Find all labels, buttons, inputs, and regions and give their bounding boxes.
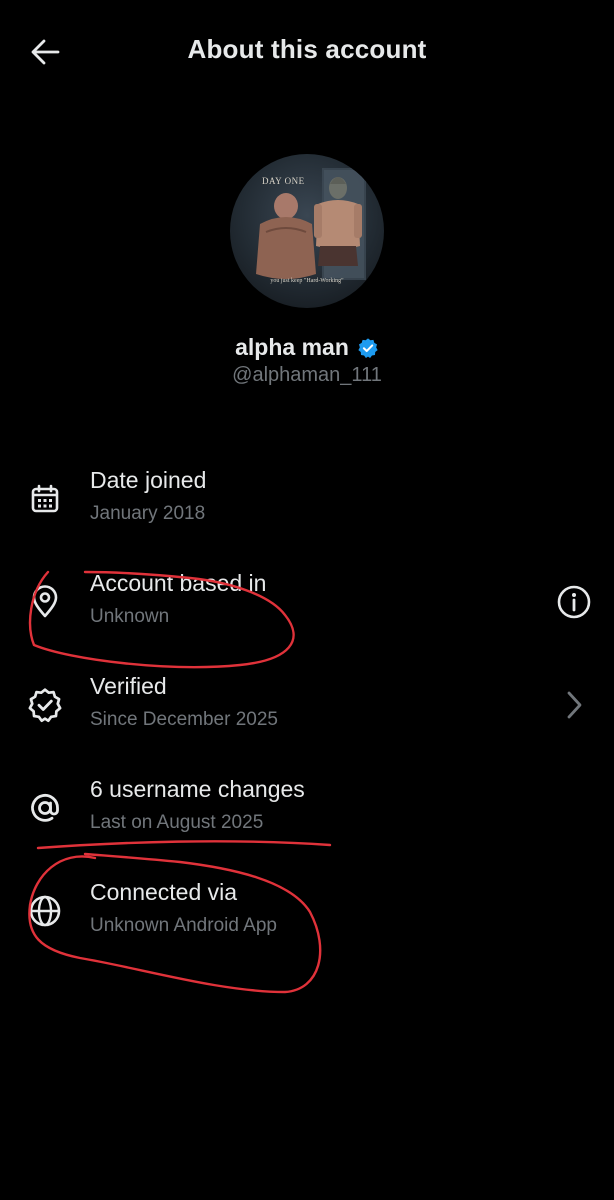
top-bar: About this account (0, 0, 614, 104)
avatar-caption-bottom: you just keep "Hard-Working" (270, 278, 344, 284)
row-value: Unknown (90, 606, 170, 627)
calendar-icon (26, 480, 64, 518)
row-title: Account based in (90, 570, 267, 596)
info-row-username-changes: 6 username changes Last on August 2025 (0, 776, 614, 862)
verified-check-icon (26, 686, 64, 724)
info-row-connected-via: Connected via Unknown Android App (0, 879, 614, 965)
location-pin-icon (26, 583, 64, 621)
info-button[interactable] (554, 582, 594, 622)
page-title: About this account (187, 34, 427, 64)
info-icon (557, 585, 591, 619)
row-value: Since December 2025 (90, 709, 278, 730)
info-row-verified[interactable]: Verified Since December 2025 (0, 673, 614, 759)
row-value: January 2018 (90, 503, 206, 524)
info-row-account-based-in: Account based in Unknown (0, 570, 614, 656)
profile-name-row: alpha man (0, 334, 614, 361)
row-value: Last on August 2025 (90, 812, 264, 833)
row-value: Unknown Android App (90, 915, 277, 936)
info-row-date-joined: Date joined January 2018 (0, 467, 614, 553)
avatar[interactable]: DAY ONE you just keep "Hard-Working" (230, 154, 384, 308)
avatar-image (256, 168, 366, 280)
username: @alphaman_111 (232, 364, 382, 386)
display-name: alpha man (235, 334, 349, 360)
row-title: Connected via (90, 879, 238, 905)
globe-icon (26, 892, 64, 930)
verified-badge-icon (357, 337, 379, 359)
avatar-caption-top: DAY ONE (262, 176, 305, 186)
row-title: 6 username changes (90, 776, 305, 802)
row-title: Verified (90, 673, 167, 699)
chevron-right-icon (554, 685, 594, 725)
at-sign-icon (26, 789, 64, 827)
row-title: Date joined (90, 467, 207, 493)
